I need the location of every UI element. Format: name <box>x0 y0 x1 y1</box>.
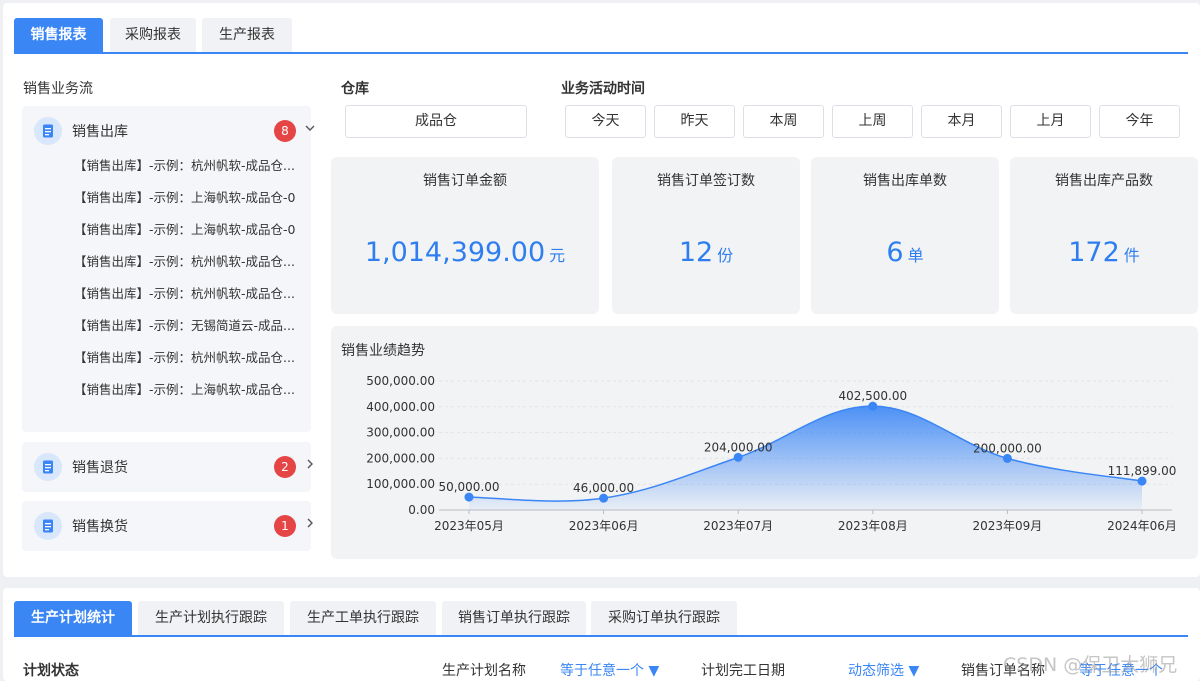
production-tabs: 生产计划统计 生产计划执行跟踪 生产工单执行跟踪 销售订单执行跟踪 采购订单执行… <box>14 601 1188 637</box>
plan-status-label: 计划状态 <box>23 663 79 679</box>
time-this-year-button[interactable]: 今年 <box>1099 105 1180 138</box>
group-title: 销售出库 <box>72 124 128 140</box>
group-sales-outbound: 销售出库 8 【销售出库】-示例：杭州帆软-成品仓... 【销售出库】-示例：上… <box>22 106 315 432</box>
plan-name-label: 生产计划名称 <box>442 663 526 679</box>
group-title: 销售换货 <box>72 519 128 535</box>
list-item[interactable]: 【销售出库】-示例：上海帆软-成品仓-0 <box>22 214 311 246</box>
plan-name-filter[interactable]: 等于任意一个 ▼ <box>560 660 659 680</box>
kpi-label: 销售出库单数 <box>863 173 947 189</box>
group-header-sales-return[interactable]: 销售退货 2 <box>22 442 313 492</box>
y-tick-label: 200,000.00 <box>366 451 435 465</box>
warehouse-label: 仓库 <box>341 81 369 97</box>
x-tick-label: 2023年07月 <box>703 519 773 533</box>
data-label: 111,899.00 <box>1108 464 1177 478</box>
report-tabs: 销售报表 采购报表 生产报表 <box>14 18 1188 54</box>
kpi-card-outbound-count: 销售出库单数 6单 <box>811 157 999 314</box>
kpi-label: 销售订单签订数 <box>657 173 755 189</box>
document-icon <box>34 512 62 540</box>
kpi-number: 12 <box>678 237 714 268</box>
list-item[interactable]: 【销售出库】-示例：杭州帆软-成品仓... <box>22 246 311 278</box>
caret-down-icon: ▼ <box>908 663 920 679</box>
trend-chart-svg: 0.00 100,000.00 200,000.00 300,000.00 400,00… <box>366 374 1177 533</box>
list-item[interactable]: 【销售出库】-示例：杭州帆软-成品仓... <box>22 342 311 374</box>
filter-value: 等于任意一个 <box>560 663 644 679</box>
filter-value: 动态筛选 <box>848 663 904 679</box>
time-last-week-button[interactable]: 上周 <box>832 105 913 138</box>
count-badge: 2 <box>274 456 296 478</box>
caret-down-icon: ▼ <box>648 663 660 679</box>
kpi-value: 1,014,399.00 元 <box>331 237 599 268</box>
kpi-value: 172 件 <box>1010 237 1198 268</box>
tab-sales-report[interactable]: 销售报表 <box>14 18 103 52</box>
x-tick-label: 2024年06月 <box>1107 519 1177 533</box>
data-label: 46,000.00 <box>573 481 634 495</box>
finish-date-filter[interactable]: 动态筛选 ▼ <box>848 660 919 680</box>
x-tick-label: 2023年06月 <box>569 519 639 533</box>
sales-trend-chart: 销售业绩趋势 0.00 100,000.00 200,000.00 300,000.0… <box>331 326 1198 559</box>
kpi-label: 销售出库产品数 <box>1055 173 1153 189</box>
kpi-number: 172 <box>1068 237 1120 268</box>
kpi-unit: 份 <box>717 246 734 265</box>
time-last-month-button[interactable]: 上月 <box>1010 105 1091 138</box>
data-label: 50,000.00 <box>438 480 499 494</box>
list-item[interactable]: 【销售出库】-示例：杭州帆软-成品仓... <box>22 278 311 310</box>
chevron-right-icon[interactable] <box>305 518 315 528</box>
y-tick-label: 300,000.00 <box>366 426 435 440</box>
x-tick-label: 2023年08月 <box>838 519 908 533</box>
y-tick-label: 500,000.00 <box>366 374 435 388</box>
list-item[interactable]: 【销售出库】-示例：无锡简道云-成品... <box>22 310 311 342</box>
chevron-down-icon[interactable] <box>305 123 315 133</box>
time-today-button[interactable]: 今天 <box>565 105 646 138</box>
kpi-card-order-amount: 销售订单金额 1,014,399.00 元 <box>331 157 599 314</box>
group-header-sales-outbound[interactable]: 销售出库 8 <box>22 106 315 156</box>
kpi-label: 销售订单金额 <box>423 173 507 189</box>
data-label: 402,500.00 <box>838 389 907 403</box>
kpi-value: 6单 <box>811 237 999 268</box>
data-label: 200,000.00 <box>973 441 1042 455</box>
list-item[interactable]: 【销售出库】-示例：上海帆软-成品仓-0 <box>22 182 311 214</box>
kpi-card-order-count: 销售订单签订数 12 份 <box>612 157 800 314</box>
list-item[interactable]: 【销售出库】-示例：上海帆软-成品仓... <box>22 374 311 406</box>
document-icon <box>34 117 62 145</box>
count-badge: 8 <box>274 120 296 142</box>
group-title: 销售退货 <box>72 460 128 476</box>
kpi-value: 12 份 <box>612 237 800 268</box>
tab-plan-execution[interactable]: 生产计划执行跟踪 <box>138 601 284 635</box>
sales-flow-title: 销售业务流 <box>23 81 93 97</box>
data-label: 204,000.00 <box>704 440 773 454</box>
y-tick-label: 400,000.00 <box>366 400 435 414</box>
chevron-right-icon[interactable] <box>305 459 315 469</box>
group-sales-return: 销售退货 2 <box>22 442 313 492</box>
group-header-sales-exchange[interactable]: 销售换货 1 <box>22 501 313 551</box>
x-tick-label: 2023年05月 <box>434 519 504 533</box>
finish-date-label: 计划完工日期 <box>701 663 785 679</box>
tab-workorder-execution[interactable]: 生产工单执行跟踪 <box>290 601 436 635</box>
kpi-unit: 单 <box>907 246 924 265</box>
kpi-number: 1,014,399.00 <box>364 237 546 268</box>
time-this-week-button[interactable]: 本周 <box>743 105 824 138</box>
count-badge: 1 <box>274 515 296 537</box>
list-item[interactable]: 【销售出库】-示例：杭州帆软-成品仓... <box>22 150 311 182</box>
tab-purchase-report[interactable]: 采购报表 <box>110 18 196 52</box>
kpi-unit: 元 <box>549 246 566 265</box>
tab-sales-order-execution[interactable]: 销售订单执行跟踪 <box>442 601 586 635</box>
y-tick-label: 100,000.00 <box>366 477 435 491</box>
watermark: CSDN @保卫大狮兄 <box>1003 654 1178 676</box>
tab-production-plan-stats[interactable]: 生产计划统计 <box>14 601 132 635</box>
group-sales-exchange: 销售换货 1 <box>22 501 313 551</box>
kpi-card-outbound-products: 销售出库产品数 172 件 <box>1010 157 1198 314</box>
x-tick-label: 2023年09月 <box>972 519 1042 533</box>
activity-time-label: 业务活动时间 <box>561 81 645 97</box>
tab-production-report[interactable]: 生产报表 <box>202 18 292 52</box>
document-icon <box>34 453 62 481</box>
tab-purchase-order-execution[interactable]: 采购订单执行跟踪 <box>591 601 737 635</box>
kpi-number: 6 <box>886 237 904 268</box>
time-this-month-button[interactable]: 本月 <box>921 105 1002 138</box>
time-yesterday-button[interactable]: 昨天 <box>654 105 735 138</box>
warehouse-select[interactable]: 成品仓 <box>345 105 527 138</box>
kpi-unit: 件 <box>1123 246 1140 265</box>
y-tick-label: 0.00 <box>408 503 435 517</box>
